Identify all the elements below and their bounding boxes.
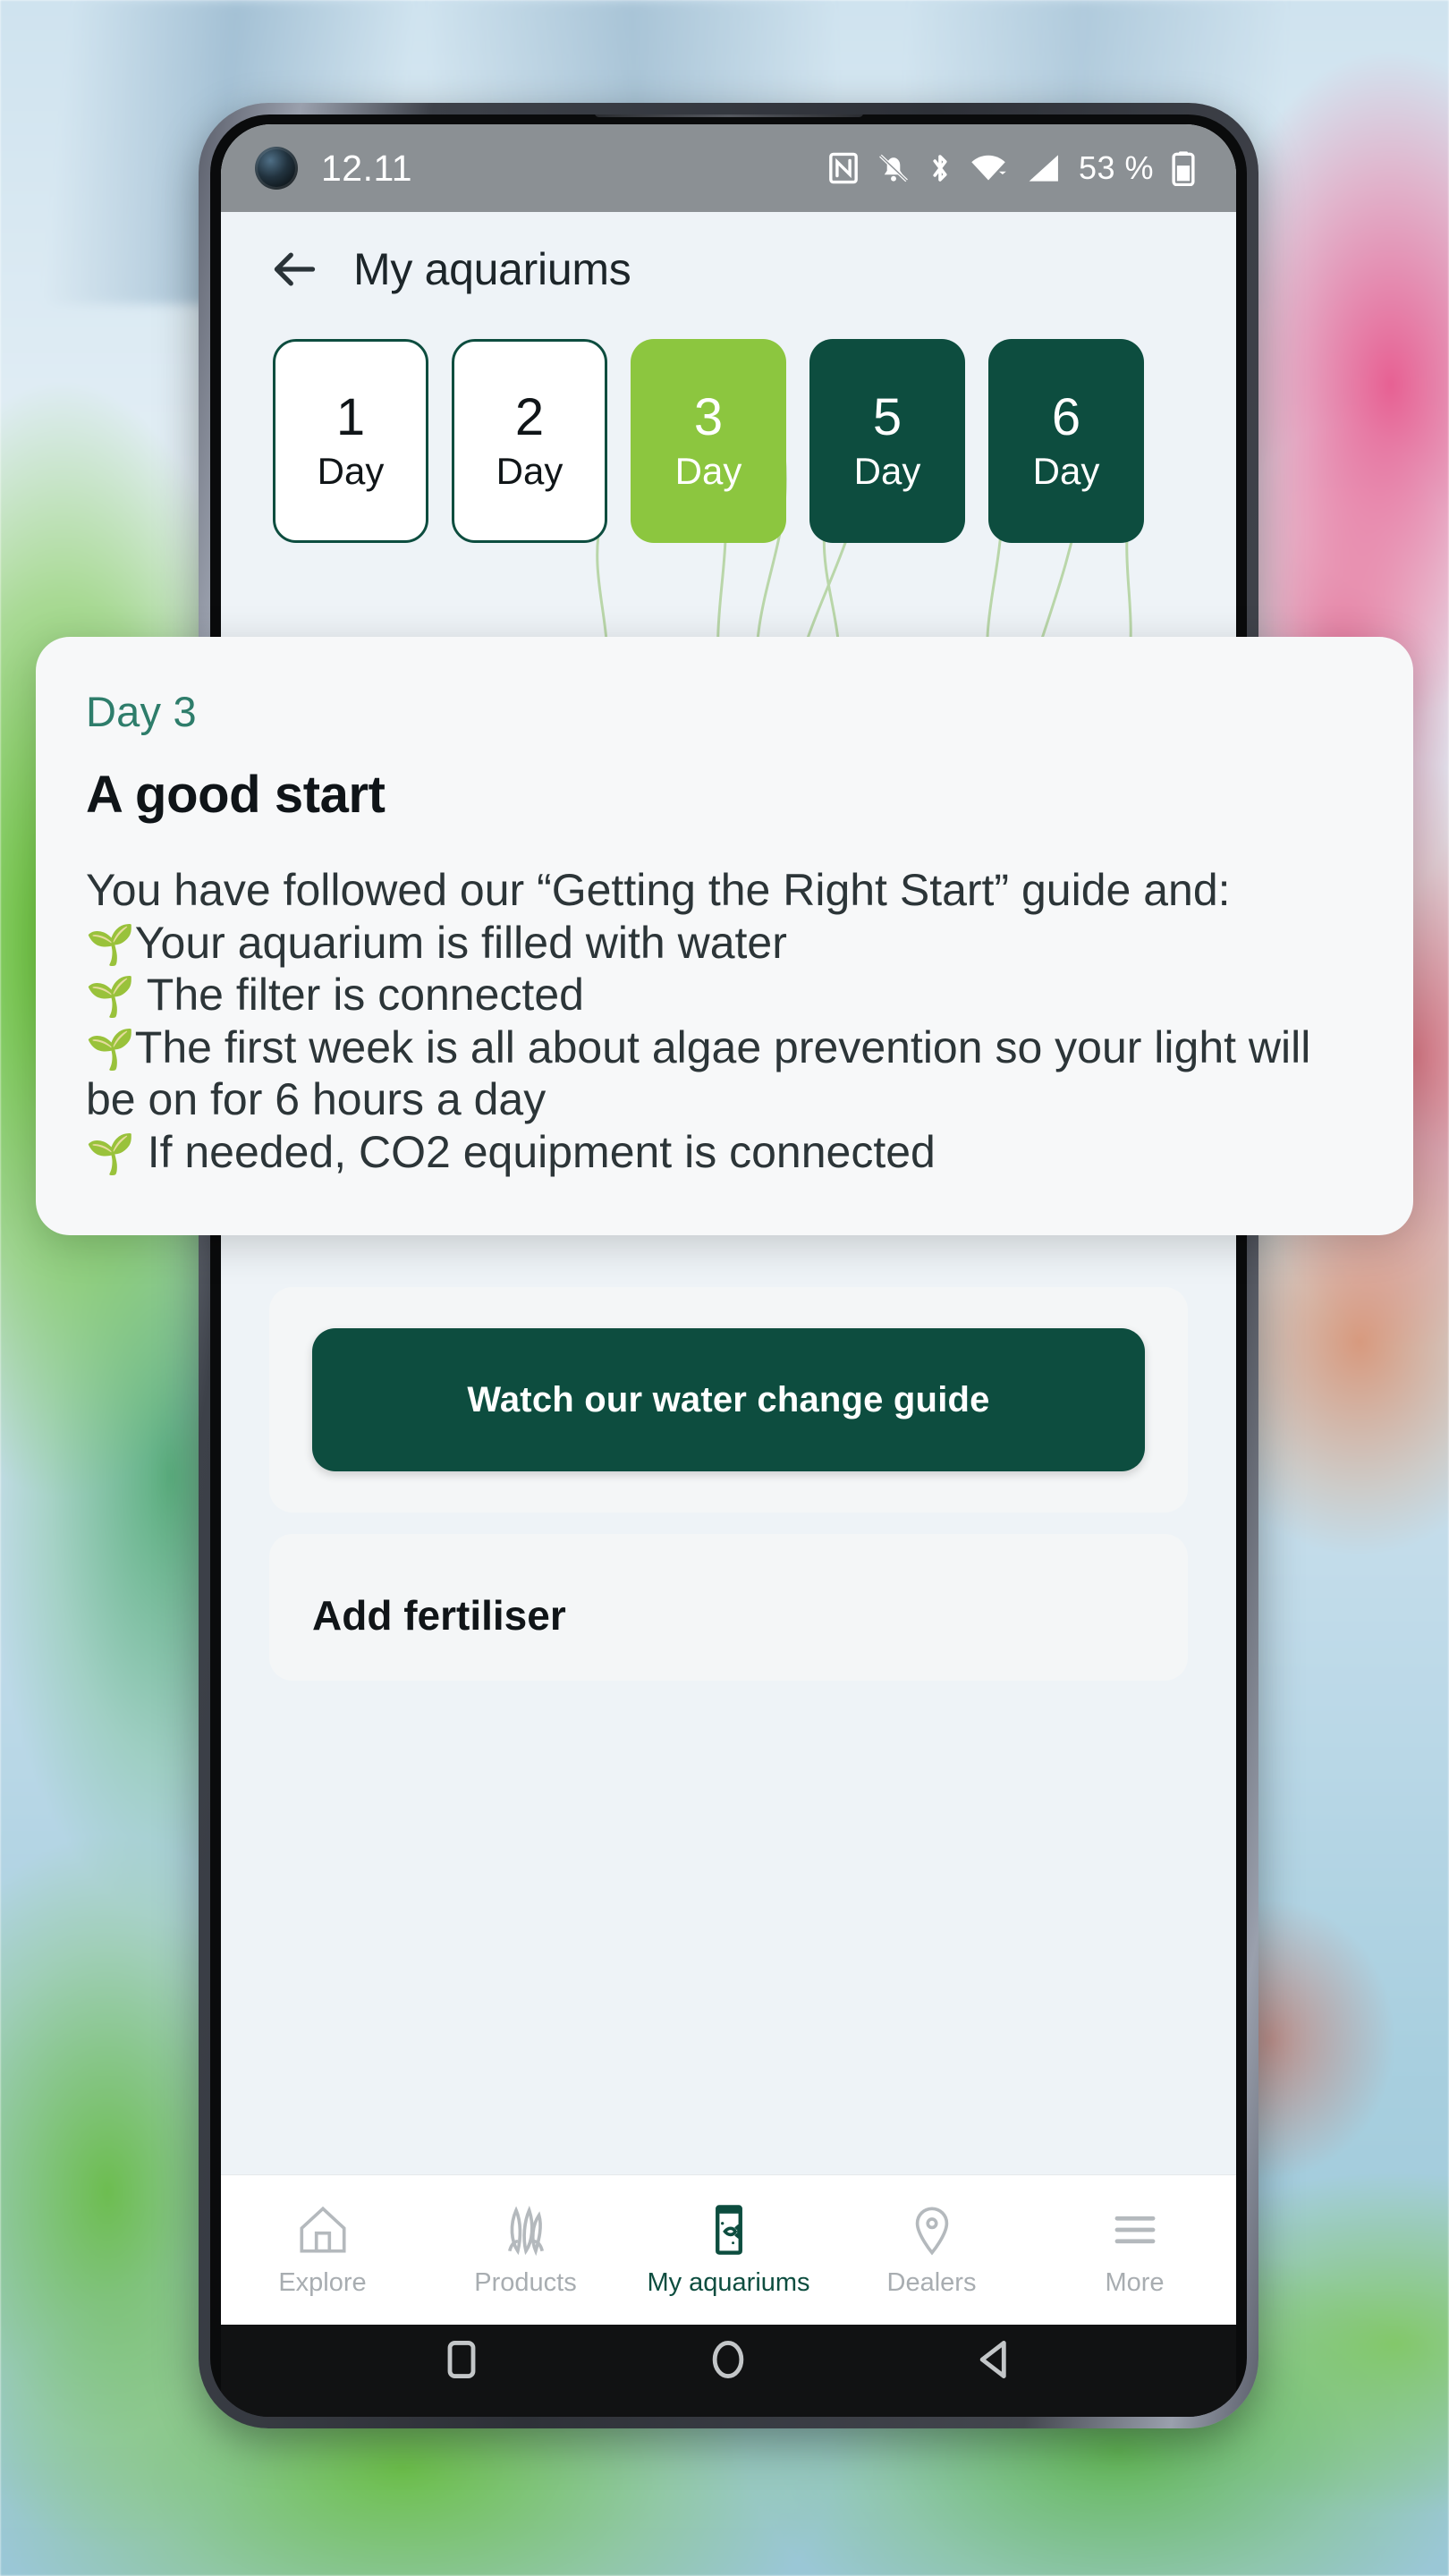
nav-label: Products [474, 2268, 577, 2297]
bell-muted-icon [877, 151, 911, 185]
fishtank-icon [701, 2202, 757, 2258]
seedling-icon: 🌱 [86, 922, 135, 967]
overlay-body: You have followed our “Getting the Right… [86, 864, 1363, 1178]
back-arrow-icon[interactable] [269, 244, 319, 294]
phone-device-frame: 12.11 53 % My aquariums 1 Day 2 Day 3 Da… [199, 103, 1258, 2428]
overlay-title: A good start [86, 766, 386, 824]
day-chip-label: Day [1032, 450, 1100, 492]
nav-label: Explore [278, 2268, 367, 2297]
add-fertiliser-title: Add fertiliser [312, 1592, 566, 1639]
signal-icon [1025, 153, 1061, 183]
plants-icon [498, 2202, 554, 2258]
nav-label: Dealers [886, 2268, 977, 2297]
earpiece-speaker [594, 114, 863, 117]
square-icon[interactable] [438, 2336, 485, 2383]
circle-icon[interactable] [705, 2336, 751, 2383]
overlay-bullet-3: 🌱The first week is all about algae preve… [86, 1021, 1363, 1126]
overlay-bullet-2: 🌱 The filter is connected [86, 969, 1363, 1021]
nav-label: More [1105, 2268, 1165, 2297]
day-chip-number: 6 [1051, 388, 1081, 446]
page-title: My aquariums [353, 244, 631, 294]
day-chip-2[interactable]: 2 Day [452, 339, 607, 543]
app-header: My aquariums [221, 212, 1236, 326]
day-chip-number: 3 [693, 388, 724, 446]
front-camera-punchhole [255, 147, 298, 190]
nav-item-more[interactable]: More [1033, 2202, 1236, 2298]
add-fertiliser-card[interactable]: Add fertiliser [269, 1534, 1188, 1681]
overlay-bullet-text: Your aquarium is filled with water [134, 917, 787, 968]
day-selector[interactable]: 1 Day 2 Day 3 Day 5 Day 6 Day [221, 326, 1236, 543]
nfc-icon [828, 151, 859, 185]
status-bar: 12.11 53 % [221, 124, 1236, 212]
nav-label: My aquariums [647, 2268, 810, 2297]
hamburger-icon [1107, 2202, 1163, 2258]
day-chip-number: 2 [514, 388, 545, 446]
map-pin-icon [904, 2202, 960, 2258]
nav-item-dealers[interactable]: Dealers [830, 2202, 1033, 2298]
bluetooth-icon [928, 151, 952, 185]
wifi-icon [970, 153, 1007, 183]
battery-percent-label: 53 % [1078, 149, 1154, 186]
day-chip-label: Day [496, 450, 564, 492]
day-chip-5[interactable]: 5 Day [809, 339, 965, 543]
nav-item-my-aquariums[interactable]: My aquariums [627, 2202, 830, 2298]
overlay-bullet-text: The filter is connected [146, 970, 584, 1020]
day-chip-label: Day [674, 450, 742, 492]
nav-item-products[interactable]: Products [424, 2202, 627, 2298]
overlay-bullet-1: 🌱Your aquarium is filled with water [86, 917, 1363, 970]
day-chip-6[interactable]: 6 Day [988, 339, 1144, 543]
day-chip-number: 5 [872, 388, 902, 446]
day-chip-label: Day [853, 450, 921, 492]
nav-item-explore[interactable]: Explore [221, 2202, 424, 2298]
triangle-left-icon[interactable] [972, 2336, 1019, 2383]
bottom-navigation: Explore Products My aquariums Dealers Mo… [221, 2174, 1236, 2325]
overlay-bullet-text: If needed, CO2 equipment is connected [147, 1126, 936, 1177]
overlay-day-label: Day 3 [86, 688, 197, 735]
phone-inner-bezel: 12.11 53 % My aquariums 1 Day 2 Day 3 Da… [210, 114, 1247, 2417]
home-icon [295, 2202, 351, 2258]
seedling-icon: 🌱 [86, 1027, 135, 1072]
day-chip-1[interactable]: 1 Day [273, 339, 428, 543]
day-chip-number: 1 [335, 388, 366, 446]
overlay-bullet-text: The first week is all about algae preven… [86, 1021, 1311, 1125]
day-info-overlay-sheet: Day 3 A good start You have followed our… [36, 637, 1413, 1235]
status-time: 12.11 [321, 147, 413, 189]
seedling-icon: 🌱 [86, 975, 135, 1019]
overlay-bullet-4: 🌱 If needed, CO2 equipment is connected [86, 1126, 1363, 1179]
battery-icon [1172, 150, 1195, 186]
watch-water-change-guide-button[interactable]: Watch our water change guide [312, 1328, 1145, 1471]
seedling-icon: 🌱 [86, 1131, 135, 1176]
day-chip-label: Day [317, 450, 385, 492]
overlay-intro-text: You have followed our “Getting the Right… [86, 865, 1231, 915]
status-icons: 53 % [828, 149, 1195, 187]
water-change-card: Watch our water change guide [269, 1287, 1188, 1513]
day-chip-3-selected[interactable]: 3 Day [631, 339, 786, 543]
